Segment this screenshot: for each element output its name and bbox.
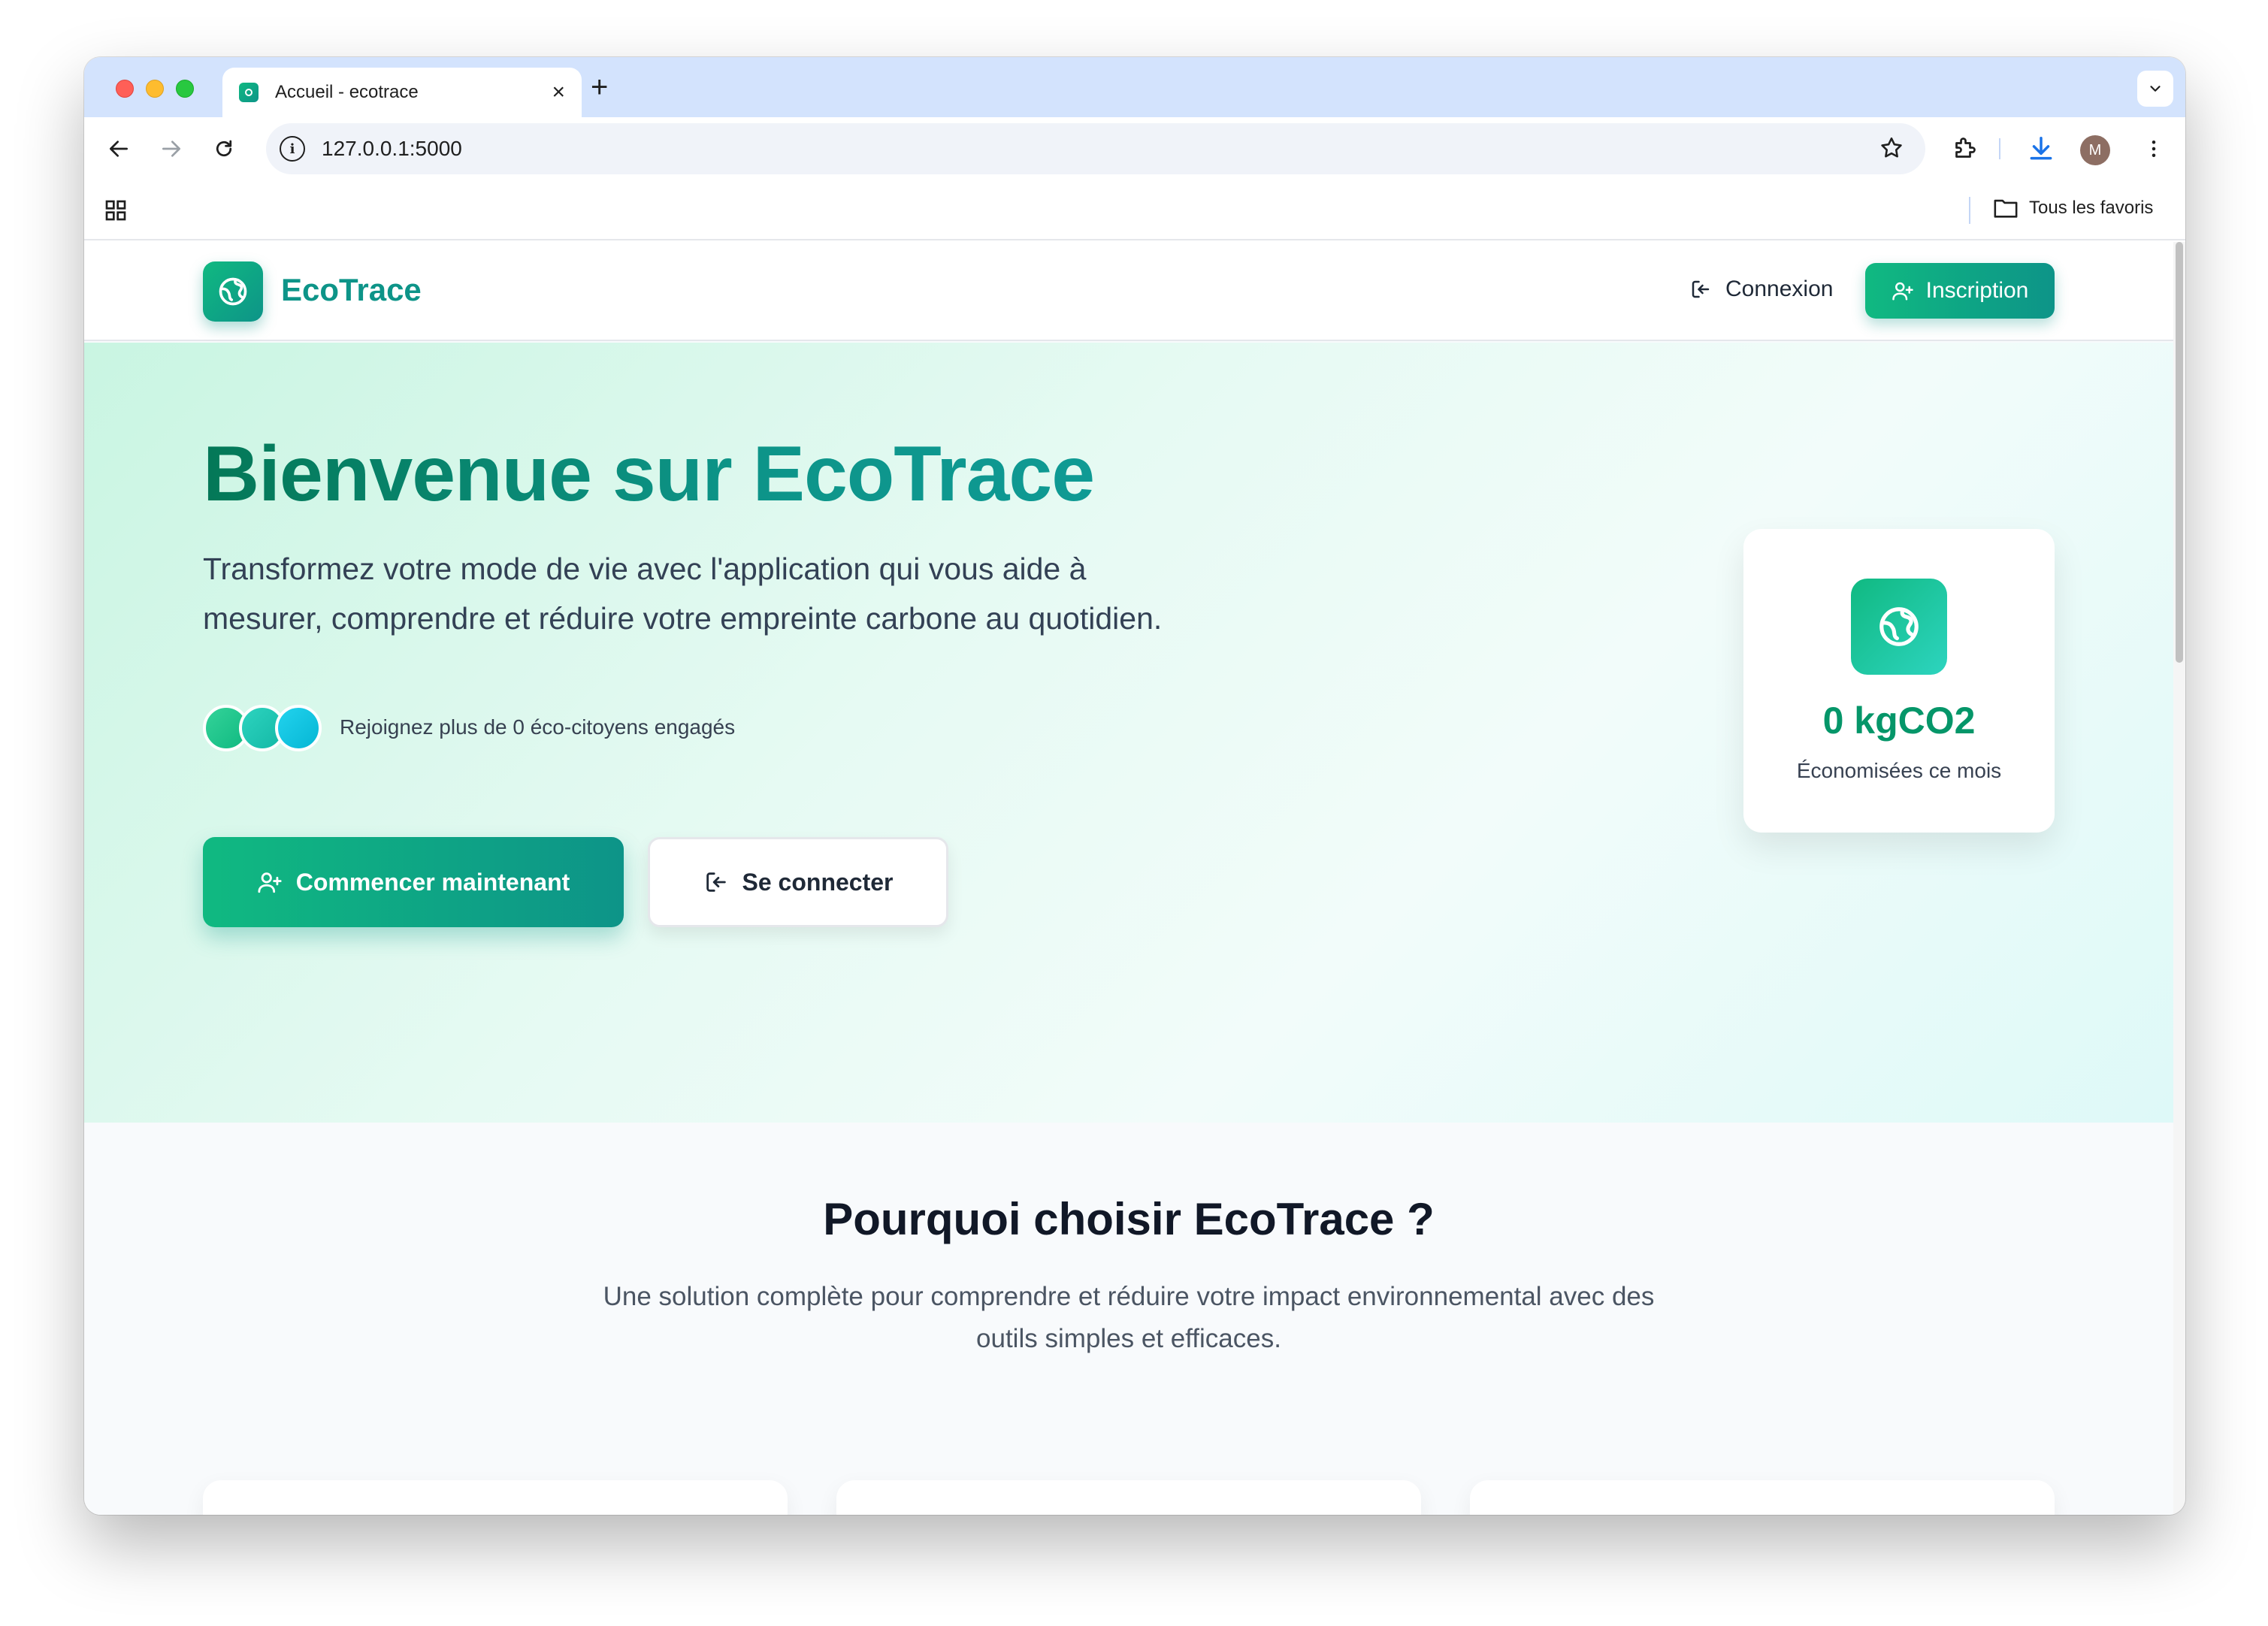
close-window-button[interactable] [116, 80, 134, 98]
features-subtitle: Une solution complète pour comprendre et… [535, 1276, 1722, 1360]
logo-globe-icon[interactable] [203, 261, 263, 322]
login-icon [706, 872, 726, 892]
sign-in-label: Se connecter [742, 868, 894, 896]
toolbar-separator [1999, 138, 2000, 159]
signup-button[interactable]: Inscription [1865, 263, 2055, 319]
arrow-left-icon [110, 141, 128, 157]
site-navbar: EcoTrace Connexion Inscription [84, 242, 2173, 341]
hero-subtitle: Transformez votre mode de vie avec l'app… [203, 544, 1255, 643]
tab-strip: Accueil - ecotrace × + [84, 57, 2185, 117]
hero-section: Bienvenue sur EcoTrace Transformez votre… [84, 343, 2173, 1123]
favicon-icon [239, 83, 259, 102]
hero-title: Bienvenue sur EcoTrace [203, 431, 1095, 518]
folder-icon [1994, 199, 2018, 218]
browser-tab-active[interactable]: Accueil - ecotrace × [222, 68, 582, 117]
start-now-button[interactable]: Commencer maintenant [203, 837, 624, 927]
brand-name[interactable]: EcoTrace [281, 272, 422, 308]
join-text: Rejoignez plus de 0 éco-citoyens engagés [340, 715, 736, 739]
tab-title: Accueil - ecotrace [275, 82, 419, 102]
extensions-icon[interactable] [1946, 131, 1982, 167]
community-avatars [203, 705, 331, 751]
bookmark-star-icon[interactable] [1879, 135, 1904, 165]
hero-subtitle-line2: mesurer, comprendre et réduire votre emp… [203, 601, 1163, 636]
tab-search-button[interactable] [2137, 71, 2173, 107]
community-avatar [275, 705, 322, 751]
page-scrollbar[interactable] [2173, 242, 2185, 1515]
new-tab-button[interactable]: + [591, 71, 608, 104]
minimize-window-button[interactable] [146, 80, 164, 98]
features-subtitle-line1: Une solution complète pour comprendre et… [603, 1282, 1655, 1311]
forward-button[interactable] [155, 132, 188, 165]
features-title: Pourquoi choisir EcoTrace ? [823, 1194, 1435, 1244]
features-subtitle-line2: outils simples et efficaces. [976, 1324, 1281, 1353]
globe-icon [1851, 579, 1947, 675]
all-bookmarks-folder[interactable]: Tous les favoris [1993, 197, 2153, 219]
login-link[interactable]: Connexion [1689, 277, 1833, 302]
user-plus-icon [258, 872, 282, 893]
arrow-right-icon [162, 141, 180, 157]
browser-menu-icon[interactable] [2136, 131, 2172, 167]
downloads-icon[interactable] [2023, 131, 2059, 167]
user-plus-icon [1892, 282, 1913, 301]
page-viewport: EcoTrace Connexion Inscription Bienvenue… [84, 242, 2173, 1515]
feature-card-tracking [203, 1480, 788, 1515]
feature-card-advice [836, 1480, 1421, 1515]
scrollbar-thumb[interactable] [2176, 242, 2183, 663]
feature-card-reports [1470, 1480, 2055, 1515]
hero-subtitle-line1: Transformez votre mode de vie avec l'app… [203, 552, 1087, 586]
chevron-down-icon [2150, 86, 2161, 92]
login-label: Connexion [1725, 277, 1834, 301]
signup-label: Inscription [1925, 278, 2029, 303]
sign-in-button[interactable]: Se connecter [648, 837, 948, 927]
reload-button[interactable] [207, 132, 240, 165]
tab-close-icon[interactable]: × [552, 81, 565, 104]
profile-avatar[interactable]: M [2080, 135, 2110, 165]
browser-toolbar: i 127.0.0.1:5000 M [84, 117, 2185, 180]
address-bar[interactable]: i 127.0.0.1:5000 [266, 123, 1925, 174]
co2-saved-label: Économisées ce mois [1796, 759, 2002, 782]
co2-saved-value: 0 kgCO2 [1822, 700, 1976, 742]
bookmarks-separator [1969, 197, 1970, 224]
bookmarks-folder-label: Tous les favoris [2029, 198, 2154, 218]
bookmarks-bar: Tous les favoris [84, 180, 2185, 240]
start-now-label: Commencer maintenant [295, 868, 570, 896]
site-info-icon[interactable]: i [280, 136, 305, 162]
browser-window: Accueil - ecotrace × + i 127.0.0.1:5000 [84, 57, 2185, 1515]
co2-stat-card: 0 kgCO2 Économisées ce mois [1743, 529, 2055, 833]
maximize-window-button[interactable] [176, 80, 194, 98]
apps-grid-icon[interactable] [104, 198, 128, 226]
url-text: 127.0.0.1:5000 [322, 137, 462, 160]
back-button[interactable] [102, 132, 135, 165]
reload-icon [216, 140, 232, 157]
login-icon [1692, 280, 1710, 298]
